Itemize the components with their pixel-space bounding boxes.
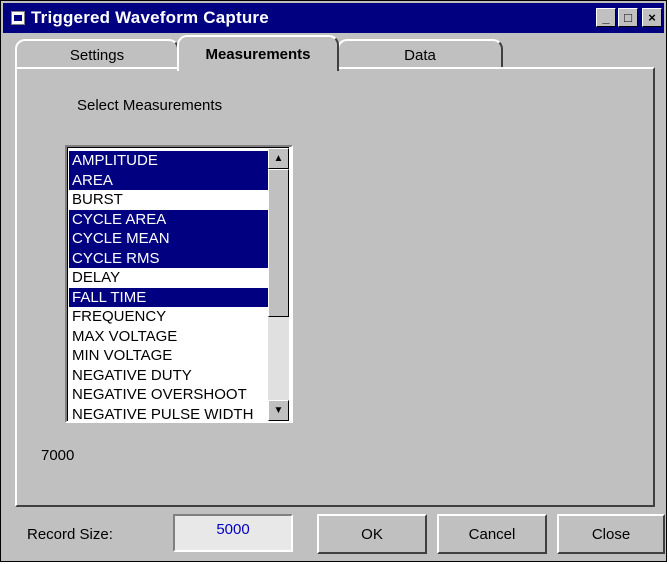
maximize-icon: □ [624,10,632,25]
window-title: Triggered Waveform Capture [31,8,269,27]
ok-button[interactable]: OK [317,514,427,554]
measurements-listbox[interactable]: AMPLITUDE AREA BURST CYCLE AREA CYCLE MEAN CY… [65,145,293,423]
minimize-icon: _ [602,10,610,25]
close-icon: × [648,10,656,25]
maximize-button[interactable]: □ [618,8,638,27]
measurements-panel: Select Measurements AMPLITUDE AREA BURST CY… [15,67,655,507]
select-measurements-label: Select Measurements [77,97,223,114]
list-item[interactable]: CYCLE MEAN [69,229,268,249]
list-item[interactable]: MIN VOLTAGE [69,346,268,366]
cancel-button[interactable]: Cancel [437,514,547,554]
close-button[interactable]: Close [557,514,665,554]
list-item[interactable]: NEGATIVE OVERSHOOT [69,385,268,405]
tab-data[interactable]: Data [337,39,503,69]
main-window: Triggered Waveform Capture _ □ × Setting… [0,0,667,562]
list-item[interactable]: DELAY [69,268,268,288]
title-bar[interactable]: Triggered Waveform Capture _ □ × [3,3,664,33]
list-item[interactable]: MAX VOLTAGE [69,327,268,347]
list-item[interactable]: AREA [69,170,268,190]
list-item[interactable]: BURST [69,190,268,210]
listbox-viewport: AMPLITUDE AREA BURST CYCLE AREA CYCLE MEAN CY… [67,147,289,421]
record-size-label: Record Size: [27,526,113,543]
list-item[interactable]: NEGATIVE DUTY [69,366,268,386]
minimize-button[interactable]: _ [596,8,616,27]
measurement-value: 7000 [41,447,75,464]
list-item[interactable]: NEGATIVE PULSE WIDTH [69,405,268,422]
scroll-down-button[interactable]: ▼ [268,400,289,421]
list-item[interactable]: FREQUENCY [69,307,268,327]
scroll-thumb[interactable] [268,169,289,317]
app-icon [11,11,25,25]
scroll-up-button[interactable]: ▲ [268,148,289,169]
close-window-button[interactable]: × [642,8,662,27]
list-item[interactable]: FALL TIME [69,287,268,307]
arrow-down-icon: ▼ [273,405,284,416]
list-item[interactable]: AMPLITUDE [69,151,268,171]
list-item[interactable]: CYCLE RMS [69,248,268,268]
tab-settings[interactable]: Settings [15,39,179,69]
measurement-items: AMPLITUDE AREA BURST CYCLE AREA CYCLE MEAN CY… [69,151,268,421]
record-size-field[interactable]: 5000 [173,514,293,552]
tab-measurements[interactable]: Measurements [177,35,339,71]
listbox-scrollbar[interactable]: ▲ ▼ [268,148,289,421]
window-controls: _ □ × [596,8,662,27]
arrow-up-icon: ▲ [273,153,284,164]
list-item[interactable]: CYCLE AREA [69,209,268,229]
